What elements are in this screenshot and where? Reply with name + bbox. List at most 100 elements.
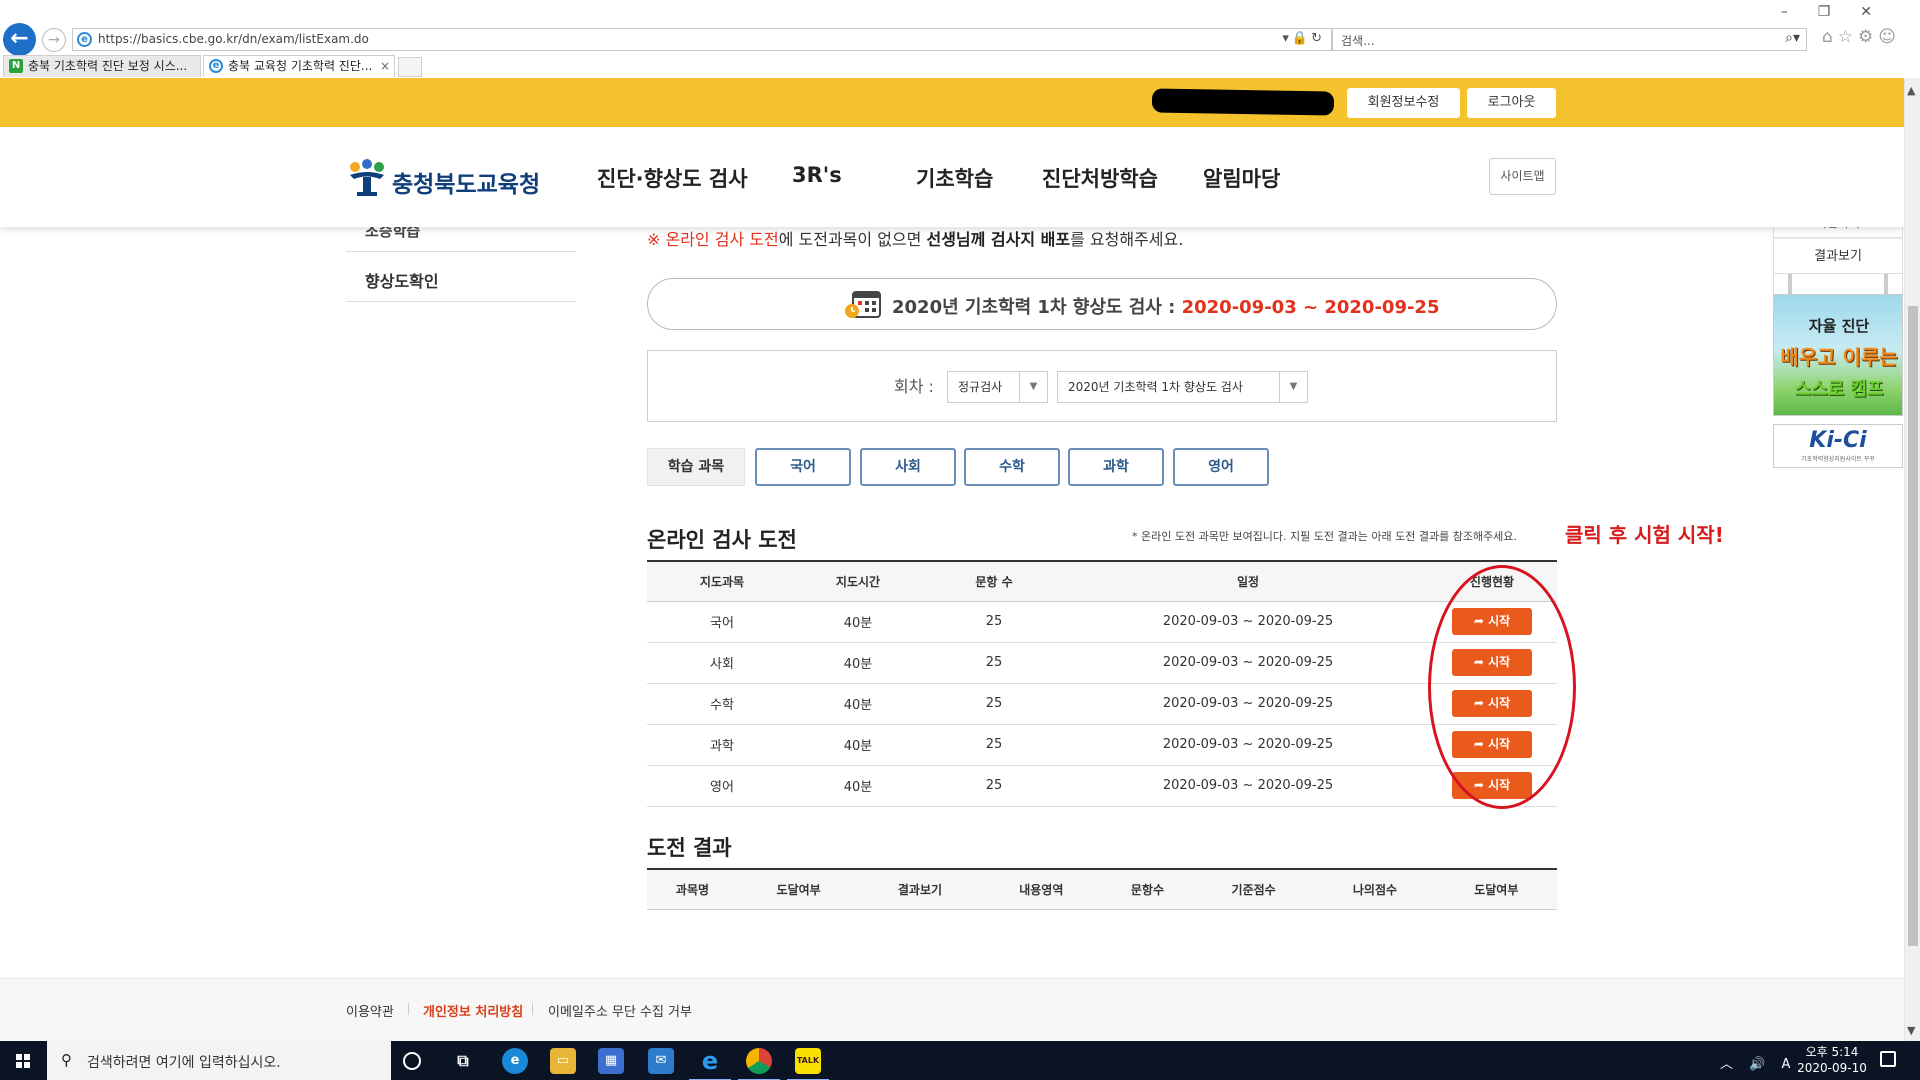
scroll-down-icon[interactable]: ▼ xyxy=(1907,1024,1915,1037)
new-tab-button[interactable] xyxy=(398,57,422,77)
windows-taskbar: ⚲ 검색하려면 여기에 입력하십시오. ⧉ e ▭ ▦ ✉ e TALK ︿ 🔊… xyxy=(0,1041,1920,1080)
taskbar-clock[interactable]: 오후 5:14 2020-09-10 xyxy=(1792,1044,1872,1076)
exam-period-range: 2020-09-03 ~ 2020-09-25 xyxy=(1181,297,1440,318)
address-actions-icon[interactable]: ▾🔒↻ xyxy=(1282,31,1325,46)
education-office-emblem-icon xyxy=(350,159,384,196)
table-header-row: 과목명 도달여부 결과보기 내용영역 문항수 기준점수 나의점수 도달여부 xyxy=(647,868,1557,910)
start-button[interactable] xyxy=(0,1041,46,1080)
tab-cbe-exam[interactable]: e 충북 교육청 기초학력 진단... × xyxy=(203,55,395,77)
start-button[interactable]: ➦ 시작 xyxy=(1452,608,1532,635)
column-header: 진행현황 xyxy=(1427,560,1557,602)
notification-center-icon[interactable] xyxy=(1880,1051,1896,1067)
table-row: 영어 40분 25 2020-09-03 ~ 2020-09-25 ➦ 시작 xyxy=(647,765,1557,807)
store-icon[interactable]: ▦ xyxy=(598,1048,624,1074)
quick-menu-result-view[interactable]: 결과보기 xyxy=(1773,238,1903,274)
start-button[interactable]: ➦ 시작 xyxy=(1452,649,1532,676)
browser-search-box[interactable]: 검색... ⌕▾ xyxy=(1332,28,1807,51)
edit-profile-button[interactable]: 회원정보수정 xyxy=(1347,88,1460,118)
edge-icon[interactable]: e xyxy=(502,1048,528,1074)
logout-button[interactable]: 로그아웃 xyxy=(1467,88,1556,118)
kici-banner[interactable]: Ki-Ci 기초학력향상지원사이트 꾸꾸 xyxy=(1773,424,1903,468)
result-title: 도전 결과 xyxy=(647,836,732,860)
mail-icon[interactable]: ✉ xyxy=(648,1048,674,1074)
banner-text: 자율 진단 xyxy=(1808,317,1870,335)
scroll-up-icon[interactable]: ▲ xyxy=(1907,84,1915,97)
notice-red-part: ※ 온라인 검사 도전 xyxy=(647,230,779,249)
clock-time: 오후 5:14 xyxy=(1805,1045,1859,1059)
page-scrollbar[interactable]: ▲ ▼ xyxy=(1904,78,1920,1041)
nav-prescription-learning[interactable]: 진단처방학습 xyxy=(1042,163,1158,193)
tab-basics-system[interactable]: N 충북 기초학력 진단 보정 시스... xyxy=(3,55,201,77)
schedule-cell: 2020-09-03 ~ 2020-09-25 xyxy=(1069,765,1427,807)
exam-name-select[interactable]: 2020년 기초학력 1차 향상도 검사 ▼ xyxy=(1057,371,1308,403)
subject-button-korean[interactable]: 국어 xyxy=(755,448,851,486)
search-icon: ⚲ xyxy=(61,1051,72,1069)
tab-close-icon[interactable]: × xyxy=(380,56,390,76)
tab-label: 충북 교육청 기초학력 진단... xyxy=(228,59,373,73)
status-cell: ➦ 시작 xyxy=(1427,601,1557,643)
start-button[interactable]: ➦ 시작 xyxy=(1452,772,1532,799)
divider xyxy=(346,301,576,302)
nav-3rs[interactable]: 3R's xyxy=(792,163,842,187)
forward-button[interactable]: → xyxy=(42,28,66,52)
click-annotation: 클릭 후 시험 시작! xyxy=(1565,523,1724,547)
schedule-cell: 2020-09-03 ~ 2020-09-25 xyxy=(1069,683,1427,725)
back-button[interactable]: ← xyxy=(3,23,36,56)
start-label: 시작 xyxy=(1488,737,1511,751)
online-test-title: 온라인 검사 도전 xyxy=(647,528,797,552)
table-row: 수학 40분 25 2020-09-03 ~ 2020-09-25 ➦ 시작 xyxy=(647,683,1557,725)
subject-button-english[interactable]: 영어 xyxy=(1173,448,1269,486)
subject-button-math[interactable]: 수학 xyxy=(964,448,1060,486)
cortana-icon[interactable] xyxy=(403,1052,421,1070)
start-label: 시작 xyxy=(1488,614,1511,628)
logo-text: 충청북도교육청 xyxy=(392,172,541,198)
share-arrow-icon: ➦ xyxy=(1473,696,1484,710)
scroll-thumb[interactable] xyxy=(1908,306,1918,946)
browser-home-favorites-settings-icon[interactable]: ⌂☆⚙☺ xyxy=(1822,27,1901,47)
file-explorer-icon[interactable]: ▭ xyxy=(550,1048,576,1074)
search-icon[interactable]: ⌕▾ xyxy=(1785,30,1800,46)
nav-notice-board[interactable]: 알림마당 xyxy=(1203,163,1280,193)
tab-label: 충북 기초학력 진단 보정 시스... xyxy=(28,59,188,73)
footer-terms-link[interactable]: 이용약관 xyxy=(346,1001,394,1020)
window-controls[interactable]: –❐✕ xyxy=(1781,4,1902,20)
exam-type-select[interactable]: 정규검사 ▼ xyxy=(947,371,1048,403)
table-row: 국어 40분 25 2020-09-03 ~ 2020-09-25 ➦ 시작 xyxy=(647,601,1557,643)
system-tray-icons[interactable]: ︿ 🔊 A xyxy=(1720,1053,1796,1072)
footer-email-link[interactable]: 이메일주소 무단 수집 거부 xyxy=(548,1001,692,1020)
address-bar[interactable]: e https://basics.cbe.go.kr/dn/exam/listE… xyxy=(72,28,1332,51)
online-test-table: 지도과목 지도시간 문항 수 일정 진행현황 국어 40분 25 2020-09… xyxy=(647,560,1557,807)
internet-explorer-icon[interactable]: e xyxy=(689,1048,731,1080)
footer: 이용약관 개인정보 처리방침 이메일주소 무단 수집 거부 xyxy=(0,978,1904,1041)
column-header: 문항 수 xyxy=(919,560,1069,602)
self-diagnosis-camp-banner[interactable]: 자율 진단 배우고 이루는 스스로 캠프 xyxy=(1773,294,1903,416)
dropdown-arrow-icon: ▼ xyxy=(1279,372,1307,402)
taskbar-search-box[interactable]: ⚲ 검색하려면 여기에 입력하십시오. xyxy=(47,1041,391,1080)
ie-page-icon: e xyxy=(77,32,92,47)
nav-diagnosis-test[interactable]: 진단·향상도 검사 xyxy=(597,163,748,193)
lnb-item-improvement-check[interactable]: 향상도확인 xyxy=(365,268,439,292)
subject-button-science[interactable]: 과학 xyxy=(1068,448,1164,486)
browser-toolbar: ← → e https://basics.cbe.go.kr/dn/exam/l… xyxy=(0,0,1920,78)
share-arrow-icon: ➦ xyxy=(1473,614,1484,628)
start-button[interactable]: ➦ 시작 xyxy=(1452,731,1532,758)
task-view-icon[interactable]: ⧉ xyxy=(450,1048,476,1074)
subject-label: 학습 과목 xyxy=(647,448,745,486)
subject-button-social[interactable]: 사회 xyxy=(860,448,956,486)
kakaotalk-icon[interactable]: TALK xyxy=(787,1048,829,1080)
status-cell: ➦ 시작 xyxy=(1427,724,1557,766)
time-cell: 40분 xyxy=(797,724,919,766)
nav-basic-learning[interactable]: 기초학습 xyxy=(916,163,993,193)
subject-cell: 과학 xyxy=(647,724,797,766)
start-label: 시작 xyxy=(1488,655,1511,669)
clock-date: 2020-09-10 xyxy=(1797,1061,1867,1075)
chrome-icon[interactable] xyxy=(738,1048,780,1080)
subject-cell: 영어 xyxy=(647,765,797,807)
footer-privacy-link[interactable]: 개인정보 처리방침 xyxy=(423,1001,523,1020)
start-button[interactable]: ➦ 시작 xyxy=(1452,690,1532,717)
sitemap-button[interactable]: 사이트맵 xyxy=(1489,158,1556,195)
count-cell: 25 xyxy=(919,642,1069,684)
column-header: 결과보기 xyxy=(859,868,981,910)
share-arrow-icon: ➦ xyxy=(1473,737,1484,751)
column-header: 내용영역 xyxy=(980,868,1102,910)
